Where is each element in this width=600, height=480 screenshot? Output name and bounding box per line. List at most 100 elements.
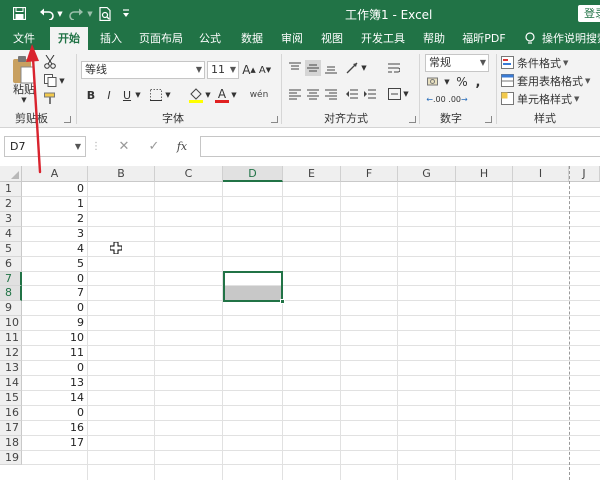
shrink-font-button[interactable]: A ▼ — [258, 61, 272, 79]
conditional-formatting-button[interactable]: 条件格式 ▼ — [501, 54, 597, 71]
cancel-icon[interactable]: ✕ — [114, 137, 134, 156]
accounting-dropdown-icon[interactable]: ▼ — [443, 76, 451, 88]
row-header[interactable]: 16 — [0, 405, 22, 421]
cell-a-value[interactable] — [22, 451, 87, 466]
column-header-g[interactable]: G — [398, 166, 456, 182]
row-header[interactable]: 10 — [0, 316, 22, 332]
align-center-icon[interactable] — [305, 86, 321, 102]
decrease-indent-icon[interactable] — [344, 86, 360, 102]
row-header[interactable]: 2 — [0, 196, 22, 212]
cell-a-value[interactable]: 0 — [22, 182, 87, 197]
align-right-icon[interactable] — [323, 86, 339, 102]
row-header[interactable]: 4 — [0, 226, 22, 242]
customize-toolbar-icon[interactable] — [120, 4, 132, 23]
fill-color-icon[interactable] — [188, 86, 204, 104]
row-header[interactable]: 5 — [0, 241, 22, 257]
tab-data[interactable]: 数据 — [235, 27, 269, 50]
cell-a-value[interactable]: 0 — [22, 301, 87, 316]
column-header-i[interactable]: I — [513, 166, 569, 182]
column-header-b[interactable]: B — [88, 166, 155, 182]
align-left-icon[interactable] — [287, 86, 303, 102]
cell-a-value[interactable]: 3 — [22, 227, 87, 242]
enter-check-icon[interactable]: ✓ — [144, 137, 164, 156]
tab-file[interactable]: 文件 — [6, 27, 42, 50]
row-header[interactable]: 19 — [0, 450, 22, 466]
column-header-d[interactable]: D — [223, 166, 283, 182]
cut-icon[interactable] — [42, 54, 58, 70]
cell-a-value[interactable]: 9 — [22, 316, 87, 331]
fill-handle[interactable] — [280, 299, 285, 304]
column-header-j[interactable]: J — [569, 166, 600, 182]
tab-insert[interactable]: 插入 — [94, 27, 128, 50]
row-header[interactable]: 18 — [0, 435, 22, 451]
font-name-select[interactable]: 等线 ▼ — [81, 61, 205, 79]
cell-a-value[interactable]: 0 — [22, 406, 87, 421]
paste-dropdown-icon[interactable]: ▼ — [14, 96, 34, 104]
middle-align-icon[interactable] — [305, 60, 321, 76]
row-header[interactable]: 11 — [0, 331, 22, 347]
orientation-dropdown-icon[interactable]: ▼ — [360, 62, 368, 74]
formula-input[interactable] — [200, 136, 600, 157]
format-painter-icon[interactable] — [42, 90, 58, 106]
tell-me-search[interactable]: 操作说明搜索 — [542, 27, 600, 50]
redo-dropdown-icon[interactable]: ▼ — [86, 4, 94, 23]
cell-a-value[interactable]: 4 — [22, 242, 87, 257]
save-icon[interactable] — [10, 4, 28, 23]
print-preview-icon[interactable] — [96, 4, 114, 23]
cell-a-value[interactable]: 0 — [22, 272, 87, 287]
cell-a-value[interactable]: 1 — [22, 197, 87, 212]
bottom-align-icon[interactable] — [323, 60, 339, 76]
top-align-icon[interactable] — [287, 60, 303, 76]
cell-a-value[interactable]: 7 — [22, 286, 87, 301]
cell-a-value[interactable]: 16 — [22, 421, 87, 436]
font-size-select[interactable]: 11 ▼ — [207, 61, 239, 79]
row-header[interactable]: 9 — [0, 301, 22, 317]
select-all-button[interactable] — [0, 166, 22, 182]
cell-a-value[interactable]: 10 — [22, 331, 87, 346]
tab-developer[interactable]: 开发工具 — [357, 27, 409, 50]
font-color-dropdown-icon[interactable]: ▼ — [230, 88, 238, 102]
comma-style-button[interactable]: , — [472, 74, 484, 90]
copy-icon[interactable] — [42, 72, 58, 88]
tab-view[interactable]: 视图 — [316, 27, 348, 50]
tab-review[interactable]: 审阅 — [277, 27, 307, 50]
fill-color-dropdown-icon[interactable]: ▼ — [204, 88, 212, 102]
row-header[interactable]: 13 — [0, 361, 22, 376]
cell-a-value[interactable]: 11 — [22, 346, 87, 361]
merge-center-icon[interactable] — [386, 86, 402, 102]
font-launcher-icon[interactable] — [271, 116, 278, 123]
row-header[interactable]: 1 — [0, 182, 22, 197]
underline-button[interactable]: U — [120, 86, 134, 104]
cell-a-value[interactable]: 0 — [22, 361, 87, 376]
increase-decimal-button[interactable]: ← .00 — [425, 92, 447, 106]
tab-formulas[interactable]: 公式 — [194, 27, 226, 50]
bold-button[interactable]: B — [84, 86, 98, 104]
phonetic-guide-button[interactable]: wén — [246, 86, 272, 104]
selection-box-d7-d8[interactable] — [223, 271, 283, 302]
row-header[interactable]: 14 — [0, 375, 22, 391]
increase-indent-icon[interactable] — [362, 86, 378, 102]
row-header[interactable]: 3 — [0, 211, 22, 227]
copy-dropdown-icon[interactable]: ▼ — [58, 76, 66, 86]
row-header[interactable]: 7 — [0, 271, 22, 287]
number-format-select[interactable]: 常规 ▼ — [425, 54, 489, 72]
cell-styles-button[interactable]: 单元格样式 ▼ — [501, 90, 597, 107]
cell-a-value[interactable]: 13 — [22, 376, 87, 391]
sign-in-button[interactable]: 登录 — [578, 5, 600, 22]
row-header[interactable]: 15 — [0, 390, 22, 406]
row-header[interactable]: 17 — [0, 420, 22, 436]
column-header-f[interactable]: F — [341, 166, 398, 182]
percent-style-button[interactable]: % — [455, 74, 469, 90]
accounting-format-icon[interactable] — [425, 74, 443, 90]
orientation-icon[interactable] — [344, 60, 360, 76]
tab-help[interactable]: 帮助 — [419, 27, 449, 50]
row-header[interactable]: 12 — [0, 346, 22, 362]
lightbulb-icon[interactable] — [522, 27, 538, 50]
cell-a-value[interactable]: 5 — [22, 257, 87, 272]
undo-icon[interactable] — [38, 4, 56, 23]
decrease-decimal-button[interactable]: .00 → — [447, 92, 469, 106]
alignment-launcher-icon[interactable] — [409, 116, 416, 123]
column-header-h[interactable]: H — [456, 166, 513, 182]
grow-font-button[interactable]: A ▲ — [242, 61, 256, 79]
underline-dropdown-icon[interactable]: ▼ — [134, 88, 142, 102]
